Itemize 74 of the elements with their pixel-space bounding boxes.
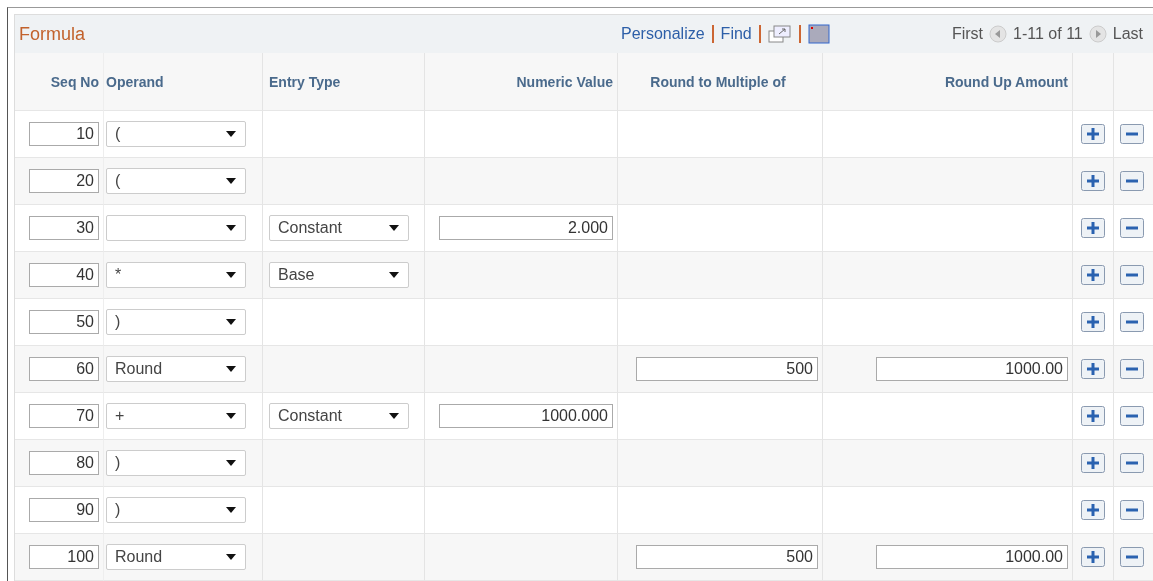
caret-icon: [225, 365, 237, 373]
toolbar-link[interactable]: Find: [720, 25, 752, 43]
spreadsheet-icon[interactable]: [807, 24, 830, 44]
caret-icon: [225, 506, 237, 514]
caret-icon: [388, 271, 400, 279]
sequence-field[interactable]: 30: [29, 216, 99, 240]
add-row-icon[interactable]: [1081, 547, 1105, 567]
caret-icon: [225, 318, 237, 326]
caret-icon: [225, 130, 237, 138]
caret-icon: [225, 177, 237, 185]
operand-dropdown[interactable]: ): [106, 497, 246, 523]
last-link[interactable]: Last: [1112, 25, 1143, 43]
delete-row-icon[interactable]: [1120, 171, 1144, 191]
delete-row-icon[interactable]: [1120, 453, 1144, 473]
caret-icon: [388, 224, 400, 232]
delete-row-icon[interactable]: [1120, 406, 1144, 426]
round-multiple-field[interactable]: 500: [636, 545, 818, 569]
delete-row-icon[interactable]: [1120, 312, 1144, 332]
add-row-icon[interactable]: [1081, 500, 1105, 520]
column-header: Entry Type: [269, 73, 341, 90]
delete-row-icon[interactable]: [1120, 547, 1144, 567]
caret-icon: [388, 412, 400, 420]
sequence-field[interactable]: 50: [29, 310, 99, 334]
caret-icon: [225, 412, 237, 420]
operand-dropdown[interactable]: (: [106, 168, 246, 194]
sequence-field[interactable]: 40: [29, 263, 99, 287]
delete-row-icon[interactable]: [1120, 218, 1144, 238]
toolbar-link[interactable]: Personalize: [621, 25, 705, 43]
sequence-field[interactable]: 70: [29, 404, 99, 428]
operand-dropdown[interactable]: Round: [106, 544, 246, 570]
add-row-icon[interactable]: [1081, 218, 1105, 238]
sequence-field[interactable]: 10: [29, 122, 99, 146]
sequence-field[interactable]: 20: [29, 169, 99, 193]
add-row-icon[interactable]: [1081, 171, 1105, 191]
operand-dropdown[interactable]: +: [106, 403, 246, 429]
first-link[interactable]: First: [951, 25, 984, 43]
add-row-icon[interactable]: [1081, 265, 1105, 285]
column-header: Operand: [106, 73, 164, 90]
round-multiple-field[interactable]: 500: [636, 357, 818, 381]
round-up-field[interactable]: 1000.00: [876, 545, 1068, 569]
entry-type-dropdown[interactable]: Constant: [269, 403, 409, 429]
numeric-value-field[interactable]: 1000.000: [439, 404, 613, 428]
sequence-field[interactable]: 80: [29, 451, 99, 475]
entry-type-dropdown[interactable]: Constant: [269, 215, 409, 241]
caret-icon: [225, 271, 237, 279]
operand-dropdown[interactable]: ): [106, 309, 246, 335]
delete-row-icon[interactable]: [1120, 359, 1144, 379]
add-row-icon[interactable]: [1081, 124, 1105, 144]
column-header: Seq No: [50, 73, 99, 90]
caret-icon: [225, 224, 237, 232]
page-range: 1-11 of 11: [1013, 25, 1083, 43]
sequence-field[interactable]: 100: [29, 545, 99, 569]
sequence-field[interactable]: 60: [29, 357, 99, 381]
caret-icon: [225, 459, 237, 467]
caret-icon: [225, 553, 237, 561]
grid-title: Formula: [19, 23, 85, 45]
operand-dropdown[interactable]: (: [106, 121, 246, 147]
operand-dropdown[interactable]: Round: [106, 356, 246, 382]
delete-row-icon[interactable]: [1120, 124, 1144, 144]
entry-type-dropdown[interactable]: Base: [269, 262, 409, 288]
column-header: Round to Multiple of: [650, 73, 786, 90]
add-row-icon[interactable]: [1081, 453, 1105, 473]
delete-row-icon[interactable]: [1120, 500, 1144, 520]
add-row-icon[interactable]: [1081, 312, 1105, 332]
column-header: Round Up Amount: [944, 73, 1068, 90]
sequence-field[interactable]: 90: [29, 498, 99, 522]
add-row-icon[interactable]: [1081, 359, 1105, 379]
column-header: Numeric Value: [516, 73, 613, 90]
round-up-field[interactable]: 1000.00: [876, 357, 1068, 381]
add-row-icon[interactable]: [1081, 406, 1105, 426]
numeric-value-field[interactable]: 2.000: [439, 216, 613, 240]
operand-dropdown[interactable]: ): [106, 450, 246, 476]
delete-row-icon[interactable]: [1120, 265, 1144, 285]
operand-dropdown[interactable]: *: [106, 262, 246, 288]
